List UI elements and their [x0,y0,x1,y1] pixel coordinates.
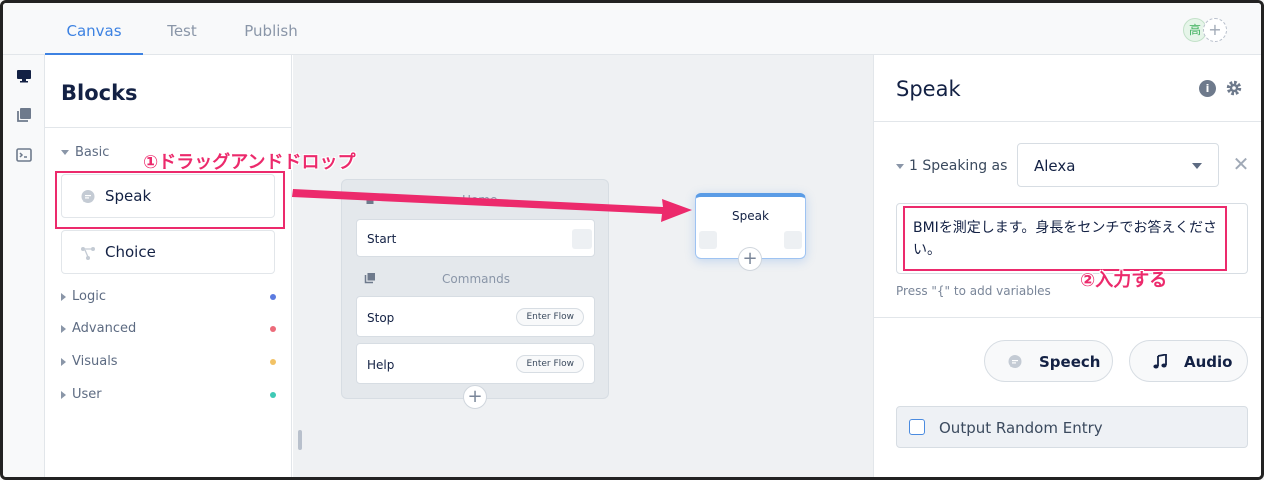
node-label: Speak [732,209,769,223]
inspector-title: Speak [896,77,961,101]
step-label: Start [367,232,397,246]
library-icon[interactable] [15,106,33,124]
add-step-button[interactable]: + [463,385,487,409]
category-basic[interactable]: Basic [61,145,109,160]
gear-icon[interactable] [1225,79,1243,97]
category-logic[interactable]: Logic [61,289,276,304]
add-collaborator-button[interactable]: + [1203,18,1227,42]
pill-label: Audio [1184,353,1233,371]
enter-flow-button[interactable]: Enter Flow [516,355,584,373]
category-label: Basic [75,145,110,160]
output-port[interactable] [572,229,592,249]
chevron-down-icon [1192,163,1202,169]
category-label: User [72,387,102,402]
music-note-icon [1153,354,1167,369]
chevron-right-icon [61,324,66,333]
category-label: Advanced [72,321,137,336]
blocks-panel: Blocks Basic Speak Choice Logic Advanced… [45,55,292,477]
block-choice[interactable]: Choice [61,230,275,274]
speech-bubble-icon [1008,355,1022,368]
annotation-drag-drop: ①ドラッグアンドドロップ [143,152,356,173]
add-audio-button[interactable]: Audio [1129,340,1248,382]
voice-select[interactable]: Alexa [1017,143,1219,187]
flow-canvas[interactable]: Home Start Commands Stop Enter Flow Help… [293,55,873,477]
command-stop[interactable]: Stop Enter Flow [356,296,595,337]
pill-label: Speech [1039,353,1101,371]
variables-hint: Press "{" to add variables [896,284,1051,298]
category-user[interactable]: User [61,387,276,402]
output-random-checkbox[interactable] [909,419,925,435]
start-step[interactable]: Start [356,219,595,257]
step-label: Stop [367,311,395,325]
category-advanced[interactable]: Advanced [61,321,276,336]
category-color-dot [270,392,276,398]
commands-heading: Commands [442,272,510,286]
chevron-down-icon [61,150,69,155]
category-label: Visuals [72,354,118,369]
category-color-dot [270,294,276,300]
tab-publish[interactable]: Publish [235,3,307,55]
enter-flow-button[interactable]: Enter Flow [516,308,584,326]
add-step-button[interactable]: + [738,247,762,271]
chevron-down-icon [896,163,904,169]
category-label: Logic [72,289,106,304]
remove-variant-button[interactable]: ✕ [1230,153,1252,175]
annotation-highlight-text [903,206,1227,271]
chevron-right-icon [61,357,66,366]
speaking-as-toggle[interactable]: 1 Speaking as [896,158,1007,174]
step-label: Help [367,358,395,372]
tab-test[interactable]: Test [153,3,211,55]
block-label: Choice [105,243,156,261]
panel-resize-handle[interactable] [298,430,302,450]
annotation-highlight-speak [55,171,285,229]
icon-rail [3,55,45,477]
output-random-row[interactable]: Output Random Entry [896,406,1248,448]
divider [874,121,1261,122]
output-random-label: Output Random Entry [939,419,1103,437]
blocks-title: Blocks [61,81,138,105]
category-visuals[interactable]: Visuals [61,354,276,369]
divider [45,127,292,128]
output-port[interactable] [784,231,802,249]
chevron-right-icon [61,292,66,301]
annotation-input: ②入力する [1080,270,1168,291]
top-tab-bar: Canvas Test Publish 高 + [3,3,1261,55]
monitor-icon[interactable] [15,67,33,85]
category-color-dot [270,359,276,365]
app-window: Canvas Test Publish 高 + Blocks Basic Spe… [0,0,1264,480]
group-title: Home [462,193,498,207]
divider [874,317,1261,318]
input-port[interactable] [699,231,717,249]
add-speech-button[interactable]: Speech [984,340,1113,382]
branch-icon [81,247,95,260]
chevron-right-icon [61,390,66,399]
speaking-as-label: 1 Speaking as [909,158,1008,174]
info-icon[interactable]: i [1199,80,1216,97]
home-flow-group[interactable]: Home Start Commands Stop Enter Flow Help… [341,179,609,409]
collaborators: 高 + [1183,18,1227,42]
console-icon[interactable] [15,146,33,164]
tab-canvas[interactable]: Canvas [45,3,143,55]
command-help[interactable]: Help Enter Flow [356,343,595,384]
category-color-dot [270,326,276,332]
voice-select-value: Alexa [1034,157,1076,175]
